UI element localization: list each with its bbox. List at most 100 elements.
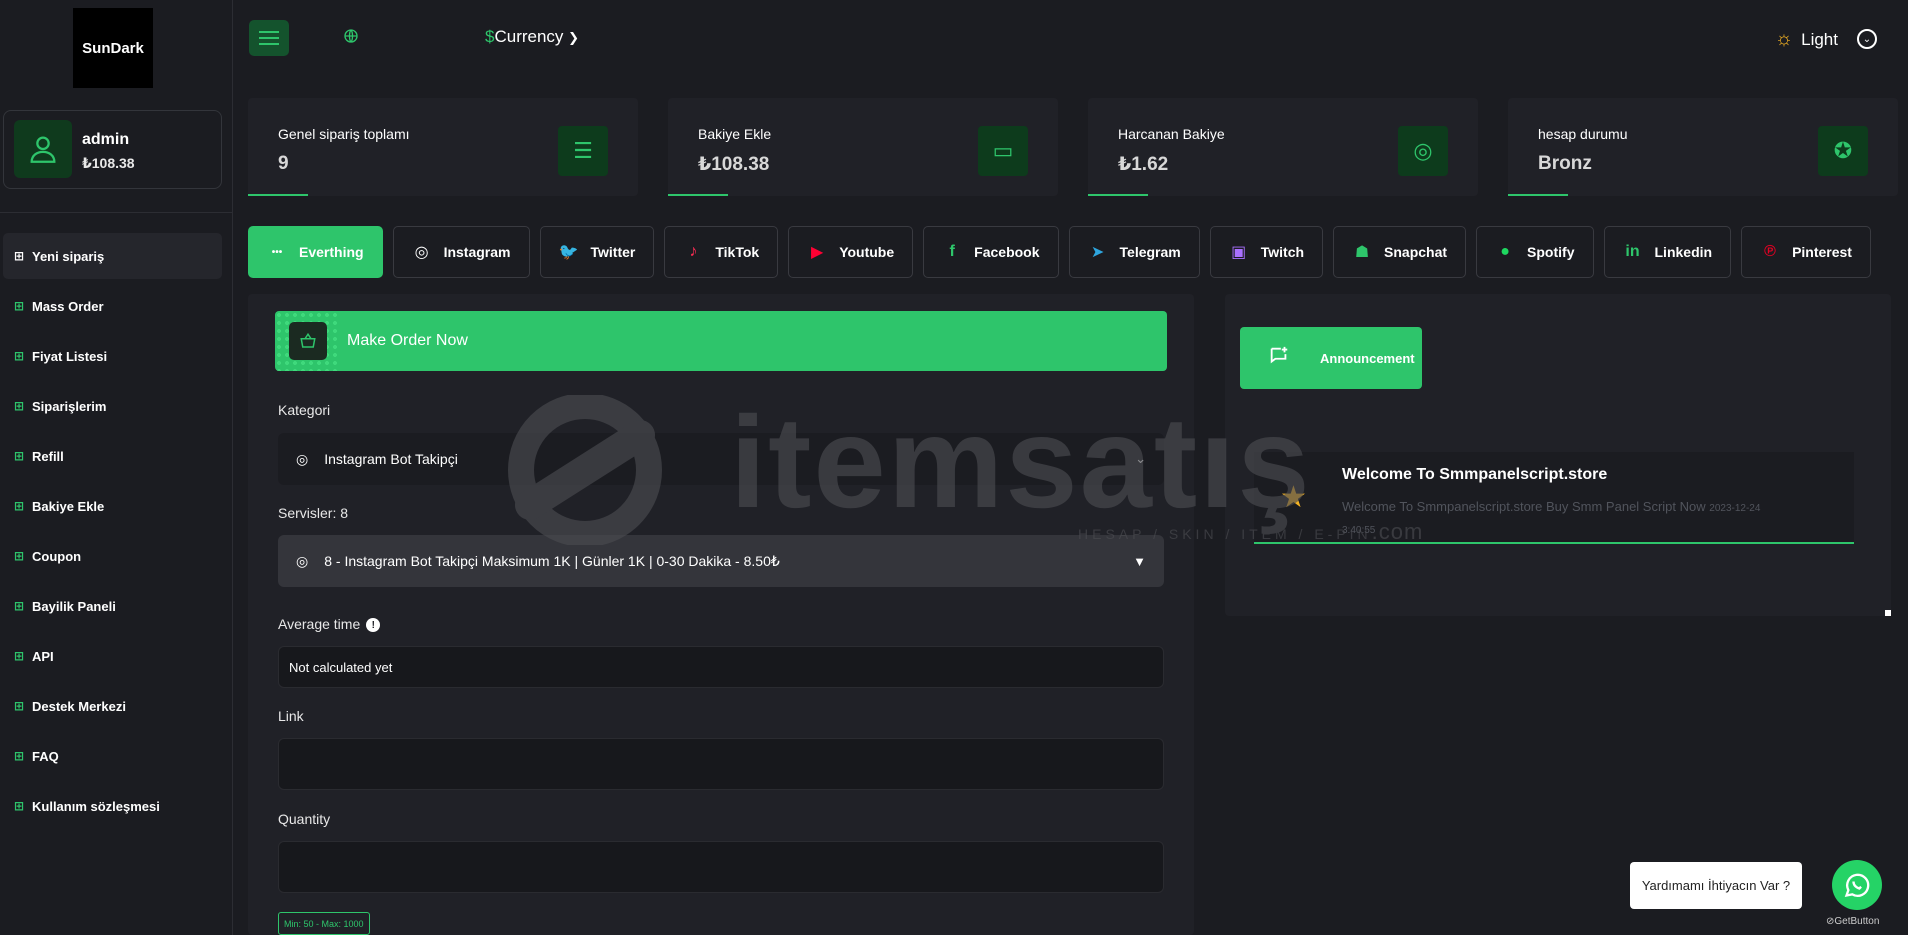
language-globe-icon[interactable] xyxy=(343,28,359,49)
sidebar-item-1[interactable]: ⊞ Mass Order xyxy=(3,283,222,329)
tab-facebook[interactable]: f Facebook xyxy=(923,226,1059,278)
grid-icon: ⊞ xyxy=(14,349,25,363)
sidebar-item-5[interactable]: ⊞ Bakiye Ekle xyxy=(3,483,222,529)
tab-label: Telegram xyxy=(1119,244,1181,260)
category-label: Kategori xyxy=(278,402,331,418)
tab-linkedin[interactable]: in Linkedin xyxy=(1603,226,1732,278)
tab-tiktok[interactable]: ♪ TikTok xyxy=(664,226,779,278)
user-card[interactable]: admin ₺108.38 xyxy=(3,110,222,189)
sidebar-item-2[interactable]: ⊞ Fiyat Listesi xyxy=(3,333,222,379)
sidebar: SunDark admin ₺108.38 ⊞ Yeni sipariş ⊞ Mass… xyxy=(0,0,233,935)
sidebar-item-3[interactable]: ⊞ Siparişlerim xyxy=(3,383,222,429)
getbutton-label: GetButton xyxy=(1834,916,1880,927)
medal-icon: ✪ xyxy=(1818,126,1868,176)
tiktok-icon: ♪ xyxy=(689,243,698,260)
telegram-icon: ➤ xyxy=(1090,244,1105,261)
wallet-icon: ▭ xyxy=(978,126,1028,176)
make-order-header: Make Order Now xyxy=(275,311,1167,371)
quantity-input[interactable] xyxy=(278,841,1164,893)
theme-switch[interactable]: ☼ Light xyxy=(1775,28,1838,51)
stat-label: hesap durumu xyxy=(1538,126,1628,142)
menu-toggle-button[interactable] xyxy=(249,20,289,56)
topbar: $Currency ❯ ☼ Light ⌄ xyxy=(233,0,1908,78)
help-bubble[interactable]: Yardımamı İhtiyacın Var ? xyxy=(1630,862,1802,909)
services-label: Servisler: 8 xyxy=(278,505,349,521)
tab-everthing[interactable]: ••• Everthing xyxy=(248,226,383,278)
snapchat-icon: ☗ xyxy=(1354,244,1370,261)
pinterest-icon: ℗ xyxy=(1764,243,1776,260)
tab-twitter[interactable]: 🐦 Twitter xyxy=(539,226,655,278)
user-balance: ₺108.38 xyxy=(82,155,135,171)
tab-label: Facebook xyxy=(974,244,1040,260)
user-name: admin xyxy=(82,131,130,148)
chevron-down-icon: ❯ xyxy=(568,30,580,45)
avg-time-label: Average time! xyxy=(278,616,381,633)
sidebar-item-0[interactable]: ⊞ Yeni sipariş xyxy=(3,233,222,279)
tab-pinterest[interactable]: ℗ Pinterest xyxy=(1741,226,1871,278)
coupon-icon: ⊞ xyxy=(14,549,25,563)
whatsapp-button[interactable] xyxy=(1832,860,1882,910)
currency-dropdown[interactable]: $Currency ❯ xyxy=(485,27,579,47)
wallet-icon: ⊞ xyxy=(14,499,25,513)
sidebar-item-label: API xyxy=(32,648,54,664)
stat-accent-bar xyxy=(668,194,728,196)
twitch-icon: ▣ xyxy=(1231,244,1247,261)
tab-label: TikTok xyxy=(715,244,760,260)
tab-snapchat[interactable]: ☗ Snapchat xyxy=(1333,226,1467,278)
stat-label: Genel sipariş toplamı xyxy=(278,126,410,142)
faq-icon: ⊞ xyxy=(14,749,25,763)
hamburger-icon xyxy=(259,31,279,45)
recycle-icon: ⊞ xyxy=(14,449,25,463)
announcement-body: Welcome To Smmpanelscript.store Buy Smm … xyxy=(1342,497,1802,541)
stat-value: ₺108.38 xyxy=(698,154,770,175)
sidebar-item-label: Mass Order xyxy=(32,298,104,314)
announcement-date: 2023-12-24 xyxy=(1709,503,1761,514)
sidebar-item-label: Bayilik Paneli xyxy=(32,598,116,614)
logo[interactable]: SunDark xyxy=(73,8,153,88)
stat-value: Bronz xyxy=(1538,153,1592,174)
stat-value: ₺1.62 xyxy=(1118,154,1169,175)
stat-accent-bar xyxy=(1088,194,1148,196)
announcement-card[interactable]: ★ Welcome To Smmpanelscript.store Welcom… xyxy=(1254,452,1854,544)
tab-youtube[interactable]: ▶ Youtube xyxy=(788,226,914,278)
announcement-button-label: Announcement xyxy=(1320,350,1415,366)
theme-chevron-icon[interactable]: ⌄ xyxy=(1857,29,1877,49)
sidebar-item-label: Yeni sipariş xyxy=(32,248,105,264)
sidebar-item-9[interactable]: ⊞ Destek Merkezi xyxy=(3,683,222,729)
sidebar-item-8[interactable]: ⊞ API xyxy=(3,633,222,679)
link-input[interactable] xyxy=(278,738,1164,790)
announcement-button[interactable]: Announcement xyxy=(1240,327,1422,389)
category-select[interactable]: ◎ Instagram Bot Takipçi ⌄ xyxy=(278,433,1164,485)
sidebar-item-7[interactable]: ⊞ Bayilik Paneli xyxy=(3,583,222,629)
sidebar-item-label: Bakiye Ekle xyxy=(32,498,105,514)
sidebar-item-11[interactable]: ⊞ Kullanım sözleşmesi xyxy=(3,783,222,829)
logo-text: SunDark xyxy=(82,39,144,57)
tab-twitch[interactable]: ▣ Twitch xyxy=(1209,226,1324,278)
list-icon: ⊞ xyxy=(14,399,25,413)
tab-spotify[interactable]: ● Spotify xyxy=(1476,226,1594,278)
info-icon[interactable]: ! xyxy=(366,618,381,633)
tab-label: Linkedin xyxy=(1654,244,1713,260)
sidebar-item-10[interactable]: ⊞ FAQ xyxy=(3,733,222,779)
link-label: Link xyxy=(278,708,304,724)
sidebar-item-6[interactable]: ⊞ Coupon xyxy=(3,533,222,579)
tab-telegram[interactable]: ➤ Telegram xyxy=(1068,226,1200,278)
tab-label: Twitch xyxy=(1260,244,1305,260)
resize-handle xyxy=(1885,610,1891,616)
instagram-icon: ◎ xyxy=(414,244,429,261)
sidebar-item-4[interactable]: ⊞ Refill xyxy=(3,433,222,479)
linkedin-icon: in xyxy=(1625,243,1640,260)
plus-square-icon: ⊞ xyxy=(14,299,25,313)
service-select[interactable]: ◎ 8 - Instagram Bot Takipçi Maksimum 1K … xyxy=(278,535,1164,587)
star-icon: ★ xyxy=(1280,481,1307,514)
sidebar-item-label: Fiyat Listesi xyxy=(32,348,108,364)
chevron-down-icon: ⌄ xyxy=(1135,451,1146,466)
avg-time-field: Not calculated yet xyxy=(278,646,1164,688)
tab-instagram[interactable]: ◎ Instagram xyxy=(392,226,530,278)
getbutton-credit[interactable]: ⊘GetButton xyxy=(1826,916,1879,927)
document-icon: ⊞ xyxy=(14,799,25,813)
sidebar-item-label: Coupon xyxy=(32,548,82,564)
order-panel: Make Order Now Kategori ◎ Instagram Bot … xyxy=(248,294,1194,935)
tab-label: Youtube xyxy=(839,244,895,260)
stat-card-1: Bakiye Ekle ₺108.38 ▭ xyxy=(668,98,1058,196)
